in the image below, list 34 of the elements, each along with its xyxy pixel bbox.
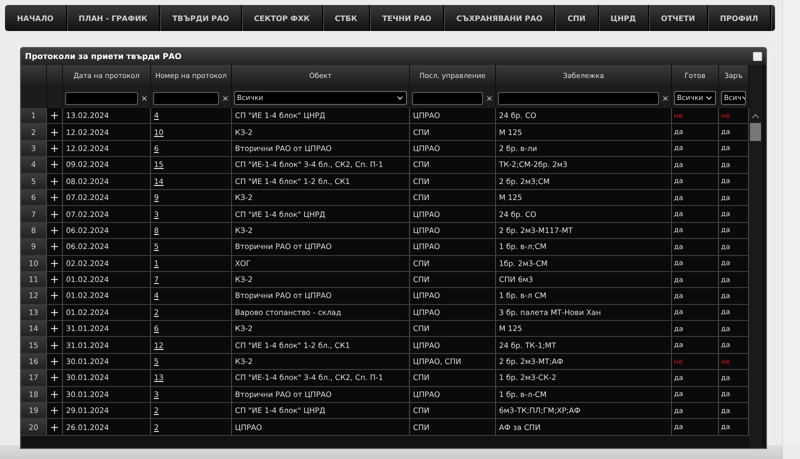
expand-button[interactable]: + [47,321,63,338]
expand-button[interactable]: + [47,124,63,141]
filter-field[interactable] [498,92,659,104]
expand-button[interactable]: + [47,140,63,158]
filter-field[interactable] [153,92,219,104]
filter-field[interactable] [412,92,483,104]
expand-button[interactable]: + [47,256,63,272]
clear-button[interactable]: × [486,94,493,102]
expand-button[interactable]: + [47,288,63,305]
clear-button[interactable]: × [141,94,148,102]
expand-button[interactable]: + [47,354,63,370]
expand-button[interactable]: + [47,386,63,404]
expand-button[interactable]: + [47,239,63,256]
expand-button[interactable]: + [47,419,63,436]
expand-button[interactable]: + [47,222,63,240]
expand-button[interactable]: + [47,304,63,322]
scrollbar[interactable] [749,65,762,448]
collapse-icon[interactable] [753,52,762,61]
expand-button[interactable]: + [47,174,63,190]
clear-button[interactable]: × [662,94,669,102]
expand-button[interactable]: + [47,206,63,223]
expand-button[interactable]: + [47,370,63,387]
expand-button[interactable]: + [47,272,63,288]
header-cell [47,65,63,88]
expand-button[interactable]: + [47,337,63,354]
clear-button[interactable]: × [222,94,229,102]
caret-icon [397,94,403,100]
expand-button[interactable]: + [47,403,63,420]
caret-icon [706,94,712,100]
expand-button[interactable]: + [47,190,63,206]
expand-button[interactable]: + [47,157,63,174]
expand-button[interactable]: + [47,108,63,124]
panel-title: Протоколи за приети твърди РАО [25,52,182,61]
filter-field[interactable] [65,92,138,104]
